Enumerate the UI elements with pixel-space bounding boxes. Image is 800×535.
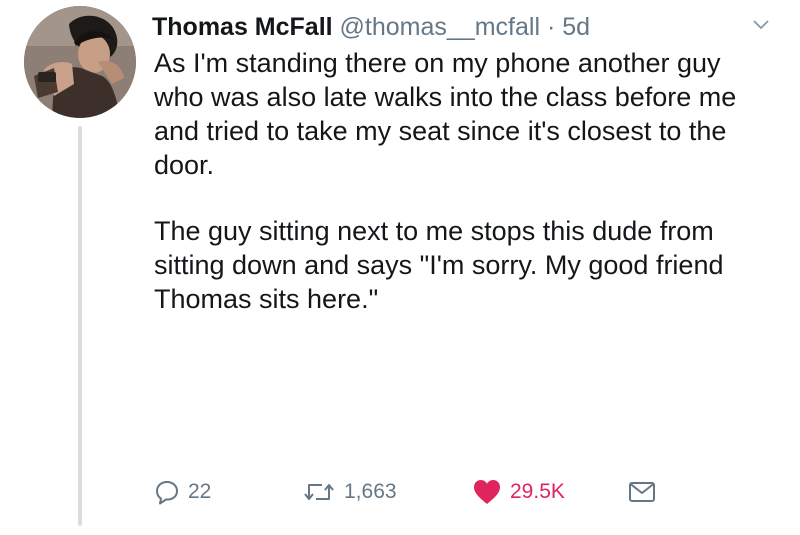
like-button[interactable]: 29.5K xyxy=(472,472,565,512)
tweet-header: Thomas McFall @thomas__mcfall · 5d xyxy=(152,12,780,42)
retweet-count: 1,663 xyxy=(344,480,397,503)
author-name[interactable]: Thomas McFall xyxy=(152,13,333,41)
envelope-icon xyxy=(628,481,656,503)
tweet-actions: 22 1,663 29.5K xyxy=(154,472,714,512)
author-handle[interactable]: @thomas__mcfall xyxy=(340,13,540,41)
reply-icon xyxy=(154,479,180,505)
reply-count: 22 xyxy=(188,480,212,503)
tweet-paragraph: As I'm standing there on my phone anothe… xyxy=(154,48,737,180)
reply-button[interactable]: 22 xyxy=(154,472,211,512)
header-separator xyxy=(540,13,547,41)
chevron-down-icon[interactable] xyxy=(752,18,770,36)
retweet-icon xyxy=(302,479,336,505)
like-count: 29.5K xyxy=(510,480,565,503)
heart-icon xyxy=(472,478,502,506)
tweet-paragraph: The guy sitting next to me stops this du… xyxy=(154,216,724,314)
thread-line xyxy=(78,126,82,526)
tweet-text: As I'm standing there on my phone anothe… xyxy=(154,46,774,316)
direct-message-button[interactable] xyxy=(628,472,656,512)
retweet-button[interactable]: 1,663 xyxy=(302,472,397,512)
avatar-photo xyxy=(24,6,136,118)
tweet-time[interactable]: 5d xyxy=(562,13,590,41)
avatar[interactable] xyxy=(24,6,136,118)
